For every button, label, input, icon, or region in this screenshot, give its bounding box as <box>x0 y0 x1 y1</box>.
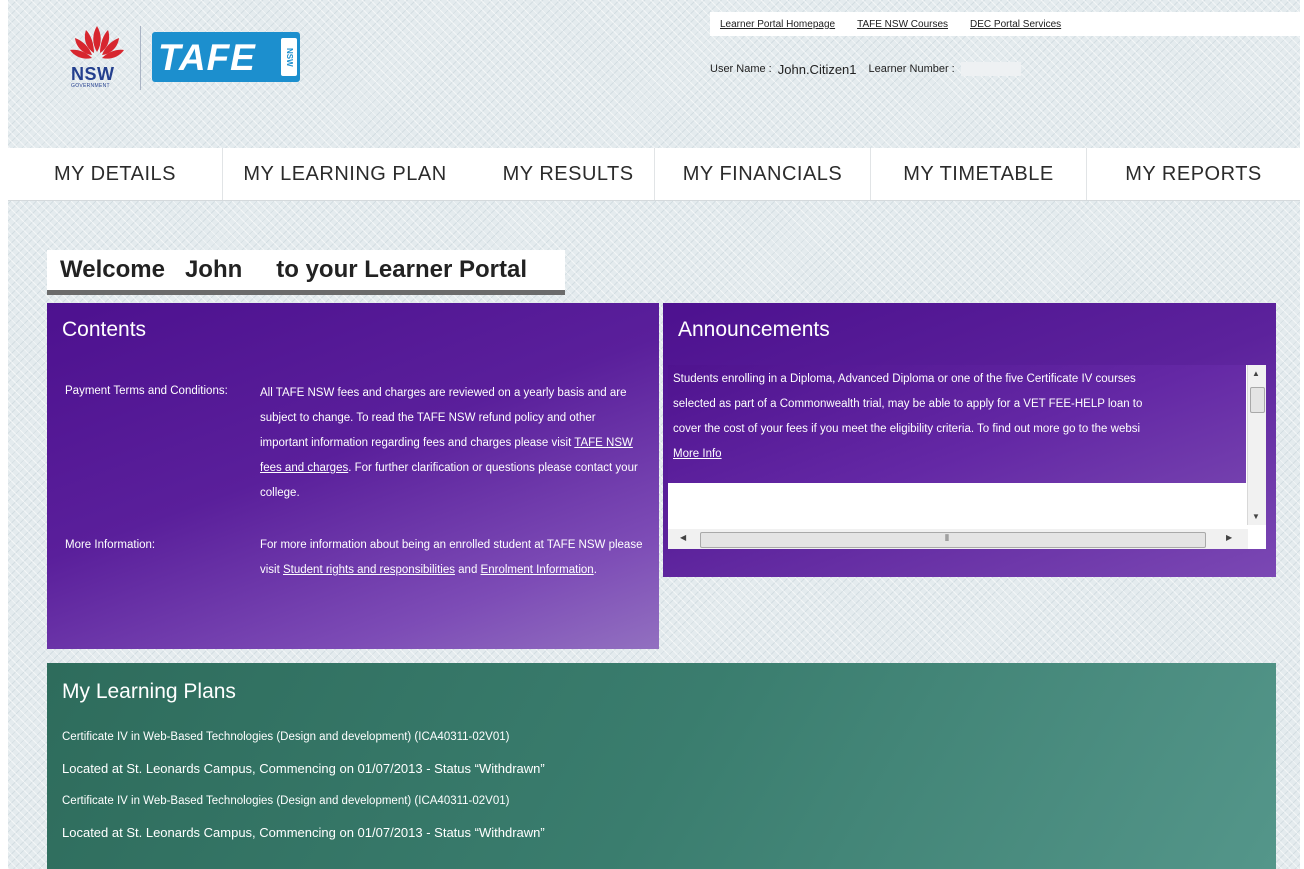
nav-my-timetable[interactable]: MY TIMETABLE <box>871 148 1087 200</box>
vertical-scrollbar[interactable]: ▲ ▼ <box>1247 365 1266 525</box>
tafe-logo: TAFE NSW <box>152 32 300 82</box>
scroll-down-icon[interactable]: ▼ <box>1252 512 1260 521</box>
learning-plans-title: My Learning Plans <box>62 680 236 703</box>
horizontal-scrollbar[interactable]: ◀ ⦀ ▶ <box>668 529 1248 549</box>
announcements-panel: Announcements Students enrolling in a Di… <box>663 303 1276 577</box>
learner-number-redacted <box>960 62 1021 76</box>
logo-divider <box>140 26 141 90</box>
welcome-suffix: to your Learner Portal <box>276 256 527 283</box>
page-border-left <box>0 0 8 869</box>
scroll-left-icon[interactable]: ◀ <box>680 533 686 542</box>
announcements-title: Announcements <box>678 318 830 341</box>
main-nav: MY DETAILS MY LEARNING PLAN MY RESULTS M… <box>8 148 1300 201</box>
user-info: User Name : John.Citizen1 Learner Number… <box>710 55 1110 83</box>
more-text-3: . <box>593 564 597 576</box>
announcement-line: Students enrolling in a Diploma, Advance… <box>673 373 1136 385</box>
announcement-line: selected as part of a Commonwealth trial… <box>673 398 1143 410</box>
plan-location-status: Located at St. Leonards Campus, Commenci… <box>62 825 545 840</box>
contents-title: Contents <box>62 318 147 341</box>
welcome-prefix: Welcome <box>60 256 165 283</box>
grip-icon: ⦀ <box>945 533 949 543</box>
announcements-scroll-area[interactable]: Students enrolling in a Diploma, Advance… <box>668 365 1266 549</box>
student-rights-link[interactable]: Student rights and responsibilities <box>283 564 455 576</box>
nav-my-learning-plan-results: MY LEARNING PLAN MY RESULTS <box>223 148 655 200</box>
payment-terms-text: All TAFE NSW fees and charges are review… <box>260 381 645 506</box>
more-info-link[interactable]: More Info <box>673 448 722 460</box>
learner-number-label: Learner Number : <box>868 63 955 75</box>
logo-government-text: GOVERNMENT <box>71 83 110 89</box>
top-links-bar: Learner Portal Homepage TAFE NSW Courses… <box>710 12 1300 36</box>
nsw-tafe-logo[interactable]: NSW GOVERNMENT TAFE NSW <box>62 22 302 94</box>
nav-my-results[interactable]: MY RESULTS <box>503 163 634 186</box>
more-information-text: For more information about being an enro… <box>260 533 645 583</box>
plan-course[interactable]: Certificate IV in Web-Based Technologies… <box>62 731 509 743</box>
nav-my-learning-plan[interactable]: MY LEARNING PLAN <box>243 163 446 186</box>
contents-panel: Contents Payment Terms and Conditions: A… <box>47 303 659 649</box>
horizontal-scroll-thumb[interactable]: ⦀ <box>700 532 1206 548</box>
enrolment-information-link[interactable]: Enrolment Information <box>481 564 594 576</box>
logo-nsw-text: NSW <box>71 64 115 84</box>
user-name-value: John.Citizen1 <box>777 61 857 77</box>
page-border-right <box>1300 0 1304 869</box>
nav-my-financials[interactable]: MY FINANCIALS <box>655 148 871 200</box>
dec-portal-services-link[interactable]: DEC Portal Services <box>970 19 1061 30</box>
nav-my-reports[interactable]: MY REPORTS <box>1087 148 1300 200</box>
vertical-scroll-thumb[interactable] <box>1250 387 1265 413</box>
payment-terms-label: Payment Terms and Conditions: <box>65 385 228 397</box>
more-information-label: More Information: <box>65 539 156 551</box>
nav-my-details[interactable]: MY DETAILS <box>8 148 223 200</box>
user-name-label: User Name : <box>710 63 772 75</box>
learning-plans-panel: My Learning Plans Certificate IV in Web-… <box>47 663 1276 869</box>
welcome-user-name: John <box>184 256 243 283</box>
tafe-nsw-courses-link[interactable]: TAFE NSW Courses <box>857 19 948 30</box>
welcome-heading: Welcome John to your Learner Portal <box>47 250 565 295</box>
learner-portal-homepage-link[interactable]: Learner Portal Homepage <box>720 19 835 30</box>
plan-location-status: Located at St. Leonards Campus, Commenci… <box>62 761 545 776</box>
announcement-line: cover the cost of your fees if you meet … <box>673 423 1141 435</box>
logo-tafe-text: TAFE <box>158 37 256 78</box>
scroll-up-icon[interactable]: ▲ <box>1252 369 1260 378</box>
scroll-right-icon[interactable]: ▶ <box>1226 533 1232 542</box>
more-text-2: and <box>454 564 481 576</box>
plan-course[interactable]: Certificate IV in Web-Based Technologies… <box>62 795 509 807</box>
announcement-text: Students enrolling in a Diploma, Advance… <box>668 365 1246 483</box>
payment-text-1: All TAFE NSW fees and charges are review… <box>260 387 627 449</box>
logo-tafe-nsw-text: NSW <box>281 38 297 76</box>
